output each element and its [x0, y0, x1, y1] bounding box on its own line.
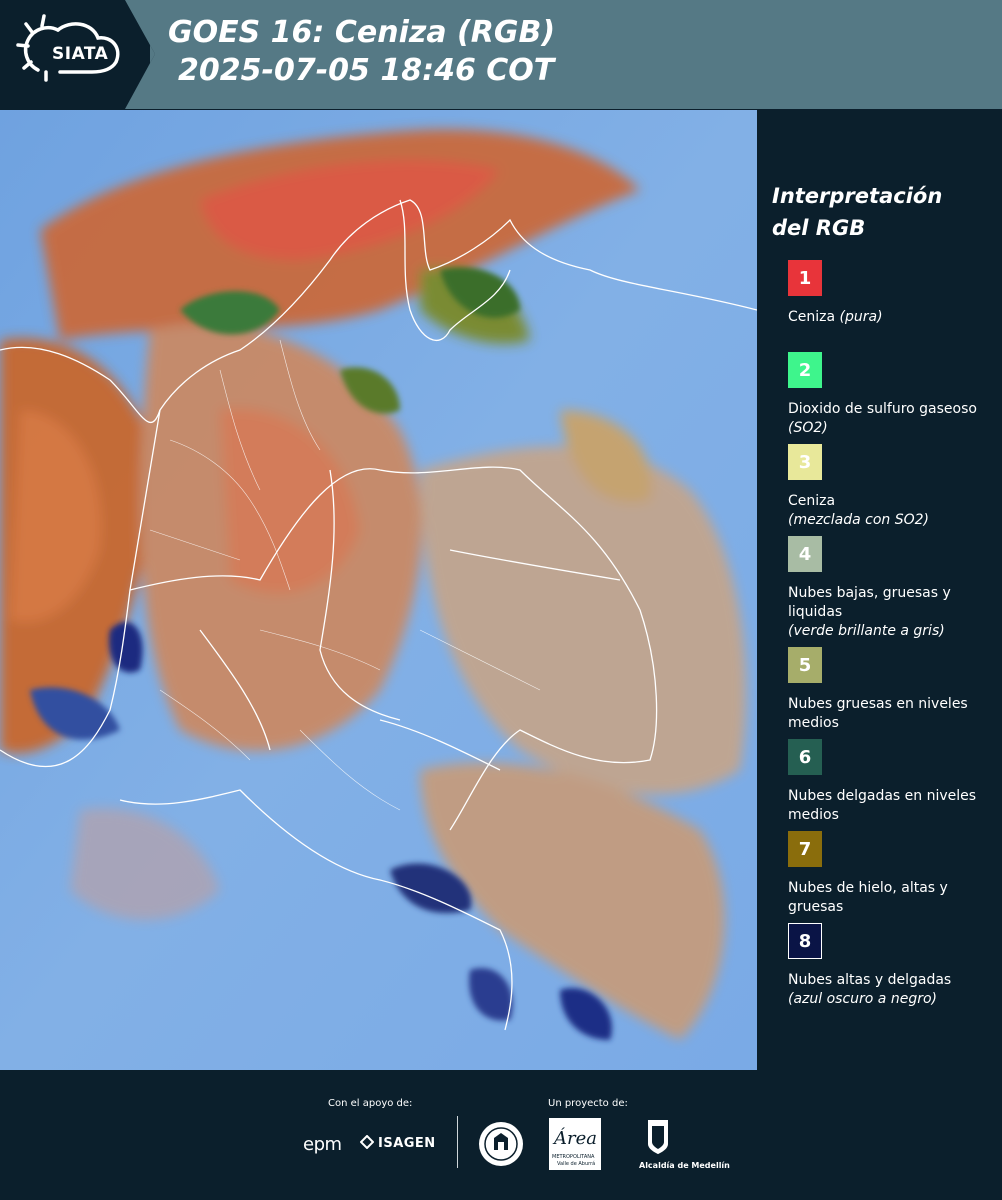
legend-label-7: Nubes de hielo, altas y gruesas [788, 880, 948, 915]
legend-label-2: Dioxido de sulfuro gaseoso (SO2) [788, 401, 977, 436]
legend-title: Interpretación del RGB [772, 180, 997, 244]
project-label: Un proyecto de: [548, 1098, 628, 1109]
legend-label-8: Nubes altas y delgadas (azul oscuro a neg… [788, 972, 952, 1007]
legend-swatch-1: 1 [788, 260, 822, 296]
footer: Con el apoyo de: Un proyecto de: epm ISA… [0, 1070, 1002, 1200]
area-logo-text: Área [552, 1126, 597, 1149]
page-title: GOES 16: Ceniza (RGB) 2025-07-05 18:46 C… [168, 14, 555, 90]
legend-swatch-4: 4 [788, 536, 822, 572]
isagen-logo: ISAGEN [378, 1136, 436, 1151]
legend-label-3: Ceniza (mezclada con SO2) [788, 493, 930, 528]
legend-item-1: 1 Ceniza (pura) [772, 260, 997, 352]
area-metropolitana-logo: Área METROPOLITANA Valle de Aburrá [549, 1118, 601, 1170]
legend-swatch-2: 2 [788, 352, 822, 388]
legend-items: 1 Ceniza (pura) 2 Dioxido de sulfuro gas… [772, 260, 997, 1015]
legend-item-2: 2 Dioxido de sulfuro gaseoso (SO2) [772, 352, 997, 444]
legend-item-4: 4 Nubes bajas, gruesas y liquidas (verde … [772, 536, 997, 647]
epm-logo: epm [303, 1134, 342, 1155]
legend-swatch-6: 6 [788, 739, 822, 775]
legend-item-3: 3 Ceniza (mezclada con SO2) [772, 444, 997, 536]
legend-item-6: 6 Nubes delgadas en niveles medios [772, 739, 997, 831]
footer-divider [457, 1116, 458, 1168]
logo-text: SIATA [52, 44, 109, 64]
legend-label-1: Ceniza (pura) [788, 309, 883, 325]
legend-title-line1: Interpretación [772, 184, 943, 208]
support-label: Con el apoyo de: [328, 1098, 413, 1109]
header-bar: SIATA GOES 16: Ceniza (RGB) 2025-07-05 1… [0, 0, 1002, 109]
legend-label-5: Nubes gruesas en niveles medios [788, 696, 968, 731]
legend-label-6: Nubes delgadas en niveles medios [788, 788, 977, 823]
area-logo-sub1: METROPOLITANA [552, 1154, 595, 1160]
title-datetime: 2025-07-05 18:46 COT [178, 53, 555, 88]
area-logo-sub2: Valle de Aburrá [557, 1160, 595, 1167]
legend-title-line2: del RGB [772, 216, 866, 240]
alcaldia-label: Alcaldía de Medellín [639, 1161, 730, 1170]
university-seal-icon [479, 1122, 523, 1166]
legend-swatch-7: 7 [788, 831, 822, 867]
legend-swatch-5: 5 [788, 647, 822, 683]
legend-item-5: 5 Nubes gruesas en niveles medios [772, 647, 997, 739]
satellite-map [0, 110, 757, 1070]
legend-swatch-8: 8 [788, 923, 822, 959]
legend-item-7: 7 Nubes de hielo, altas y gruesas [772, 831, 997, 923]
isagen-icon [360, 1135, 374, 1149]
alcaldia-shield-icon [648, 1120, 668, 1154]
title-product: GOES 16: Ceniza (RGB) [168, 15, 556, 50]
legend-label-4: Nubes bajas, gruesas y liquidas (verde br… [788, 585, 951, 639]
legend-panel: Interpretación del RGB 1 Ceniza (pura) 2… [772, 180, 997, 1015]
siata-logo: SIATA [0, 0, 155, 109]
legend-item-8: 8 Nubes altas y delgadas (azul oscuro a n… [772, 923, 997, 1015]
legend-swatch-3: 3 [788, 444, 822, 480]
